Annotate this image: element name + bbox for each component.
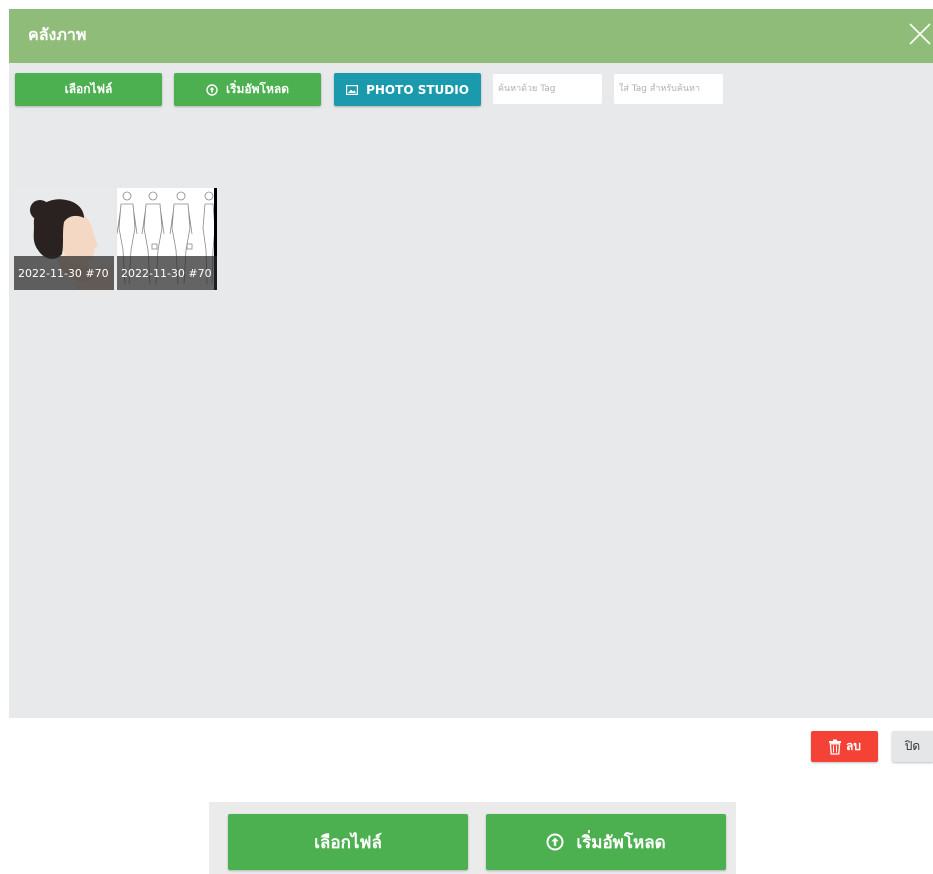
close-button[interactable]: ปิด: [892, 731, 933, 762]
select-file-label: เลือกไฟล์: [64, 82, 113, 96]
close-label: ปิด: [904, 739, 921, 753]
modal-title: คลังภาพ: [28, 25, 87, 44]
select-file-button[interactable]: เลือกไฟล์: [15, 73, 162, 106]
upload-circle-icon: [546, 833, 564, 851]
page-upload-bar: เลือกไฟล์ เริ่มอัพโหลด: [209, 802, 736, 874]
upload-circle-icon: [206, 83, 218, 96]
search-tag-input[interactable]: [493, 74, 602, 104]
close-icon[interactable]: [907, 21, 933, 47]
trash-icon: [828, 739, 842, 755]
photo-studio-label: PHOTO STUDIO: [366, 82, 469, 97]
modal-header: คลังภาพ: [9, 9, 933, 63]
thumbnail-caption: 2022-11-30 #70: [117, 256, 217, 290]
gallery-thumbnail[interactable]: 2022-11-30 #70: [14, 188, 114, 290]
photo-studio-button[interactable]: PHOTO STUDIO: [334, 73, 481, 106]
delete-button[interactable]: ลบ: [811, 731, 878, 762]
page-start-upload-button[interactable]: เริ่มอัพโหลด: [486, 814, 726, 870]
gallery-thumbnail[interactable]: 2022-11-30 #70: [117, 188, 217, 290]
assign-tag-input[interactable]: [614, 74, 723, 104]
thumbnail-caption: 2022-11-30 #70: [14, 256, 114, 290]
page-select-file-button[interactable]: เลือกไฟล์: [228, 814, 468, 870]
page-select-file-label: เลือกไฟล์: [314, 832, 382, 853]
delete-label: ลบ: [846, 739, 861, 753]
image-library-modal: คลังภาพ เลือกไฟล์ เริ่มอัพโหลด PHOTO STU…: [9, 9, 933, 718]
start-upload-label: เริ่มอัพโหลด: [225, 82, 290, 96]
page-start-upload-label: เริ่มอัพโหลด: [576, 832, 666, 853]
start-upload-button[interactable]: เริ่มอัพโหลด: [174, 73, 321, 106]
image-icon: [346, 84, 359, 95]
